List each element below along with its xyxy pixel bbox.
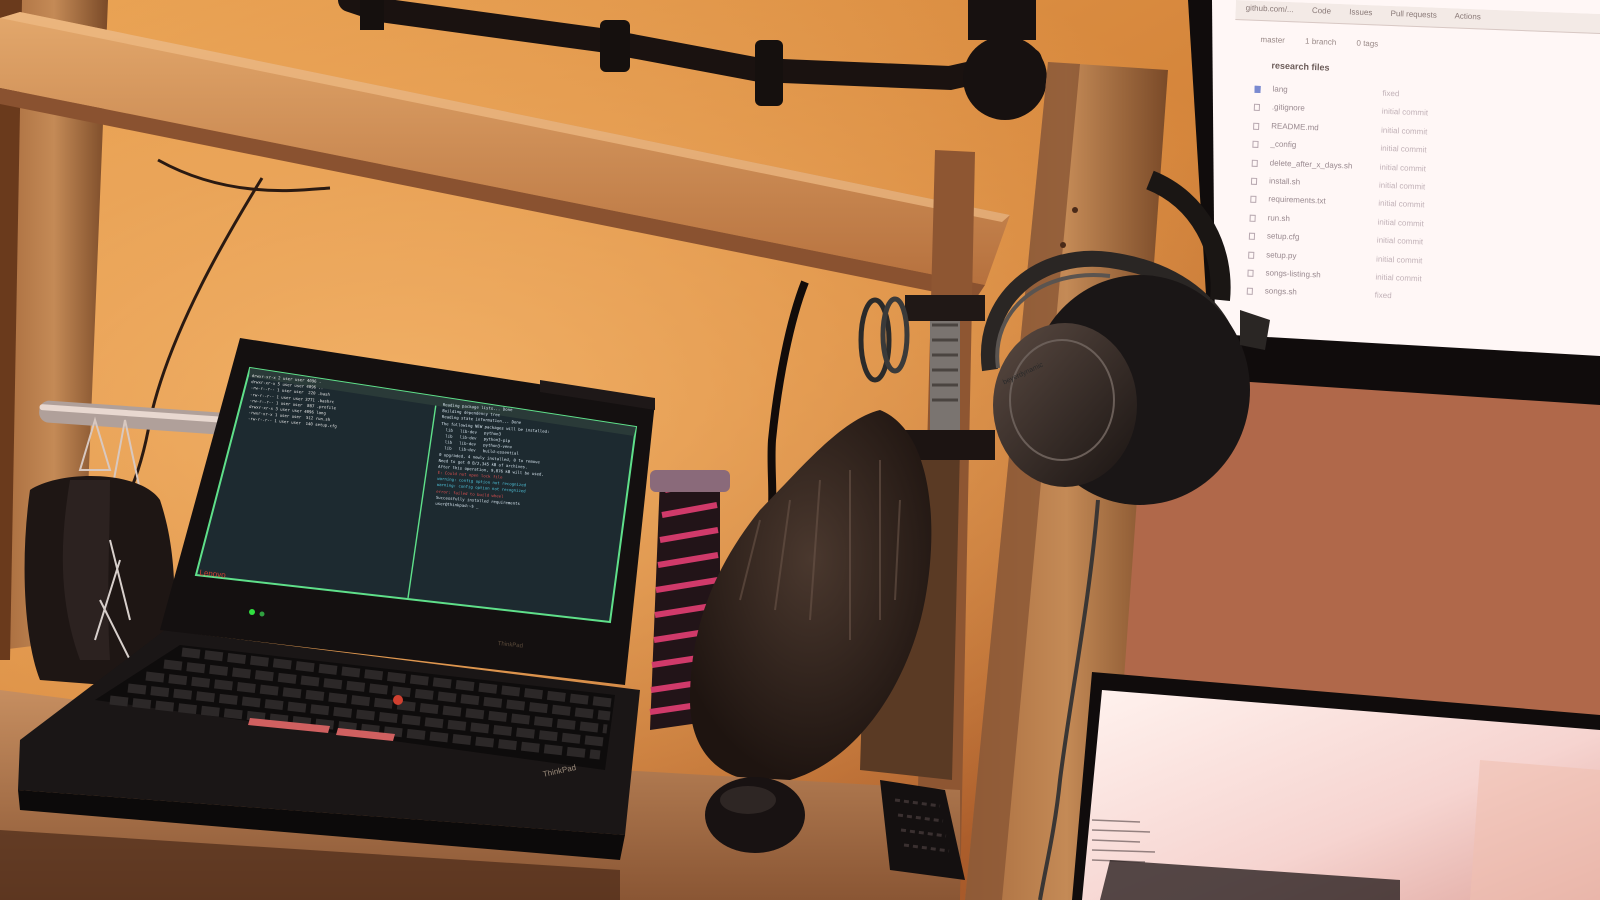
file-name[interactable]: songs-listing.sh xyxy=(1265,268,1320,279)
post-screw-2 xyxy=(1060,242,1066,248)
file-commit-message: initial commit xyxy=(1378,198,1425,210)
file-commit-message: fixed xyxy=(1382,88,1400,99)
tab-pull-requests[interactable]: Pull requests xyxy=(1390,9,1437,20)
file-name[interactable]: lang xyxy=(1272,84,1287,94)
monitor-bottom-content xyxy=(1470,760,1600,900)
file-icon xyxy=(1253,122,1260,130)
tab-actions[interactable]: Actions xyxy=(1454,11,1481,21)
file-commit-message: fixed xyxy=(1374,290,1392,301)
led-status xyxy=(259,611,265,617)
clamp-top xyxy=(905,295,985,321)
arm-joint xyxy=(963,36,1047,120)
tab-code[interactable]: Code xyxy=(1312,6,1331,16)
file-name[interactable]: requirements.txt xyxy=(1268,195,1326,206)
file-name[interactable]: install.sh xyxy=(1269,176,1300,186)
file-icon xyxy=(1248,232,1256,241)
file-name[interactable]: _config xyxy=(1270,140,1296,150)
tag-count[interactable]: 0 tags xyxy=(1356,39,1378,49)
clamp-screw xyxy=(930,300,960,450)
file-name[interactable]: songs.sh xyxy=(1265,287,1297,297)
arm-joint-top xyxy=(968,0,1036,40)
browser-url[interactable]: github.com/... xyxy=(1246,3,1294,14)
file-name[interactable]: README.md xyxy=(1271,121,1319,132)
file-icon xyxy=(1247,269,1254,277)
arm-clip-2 xyxy=(600,20,630,72)
file-icon xyxy=(1253,104,1261,112)
file-commit-message: initial commit xyxy=(1377,217,1424,229)
file-commit-message: initial commit xyxy=(1376,235,1424,247)
arm-clip-1 xyxy=(360,0,384,30)
tab-issues[interactable]: Issues xyxy=(1349,7,1372,17)
branch-selector[interactable]: master xyxy=(1260,35,1285,45)
file-commit-message: initial commit xyxy=(1378,180,1426,192)
file-commit-message: initial commit xyxy=(1381,107,1429,118)
trackpoint xyxy=(393,695,403,705)
file-icon xyxy=(1249,214,1256,222)
file-name[interactable]: .gitignore xyxy=(1272,103,1305,113)
repo-browser-window: github.com/... Code Issues Pull requests… xyxy=(1223,0,1600,364)
file-name[interactable]: delete_after_x_days.sh xyxy=(1270,158,1353,170)
branch-count[interactable]: 1 branch xyxy=(1305,37,1336,47)
file-commit-message: initial commit xyxy=(1380,125,1428,137)
clamp-thread xyxy=(932,308,958,402)
post-screw-1 xyxy=(1072,207,1078,213)
headphone-cup xyxy=(993,323,1137,487)
file-icon xyxy=(1250,177,1258,185)
file-list: lang fixed .gitignore initial commit README.… xyxy=(1224,79,1600,314)
file-commit-message: initial commit xyxy=(1375,272,1422,284)
file-icon xyxy=(1246,287,1253,296)
terminal-pane-left: drwxr-xr-x 2 user user 4096 . drwxr-xr-x … xyxy=(245,373,411,467)
led-power xyxy=(249,609,255,615)
room-photo: github.com/... Code Issues Pull requests… xyxy=(0,0,1600,900)
file-icon xyxy=(1250,196,1257,204)
file-name[interactable]: setup.py xyxy=(1266,250,1297,260)
file-name[interactable]: setup.cfg xyxy=(1267,231,1300,241)
arm-clip-3 xyxy=(755,40,783,106)
folder-icon xyxy=(1254,85,1261,94)
file-commit-message: initial commit xyxy=(1376,254,1423,265)
mouse-highlight xyxy=(720,786,776,814)
towel-rail xyxy=(650,470,730,492)
file-icon xyxy=(1251,159,1258,167)
terminal-pane-right: Reading package lists... Done Building de… xyxy=(431,402,622,575)
file-icon xyxy=(1248,251,1255,259)
file-name[interactable]: run.sh xyxy=(1267,213,1290,223)
file-commit-message: initial commit xyxy=(1379,162,1427,173)
file-icon xyxy=(1252,140,1259,149)
file-commit-message: initial commit xyxy=(1380,143,1427,155)
